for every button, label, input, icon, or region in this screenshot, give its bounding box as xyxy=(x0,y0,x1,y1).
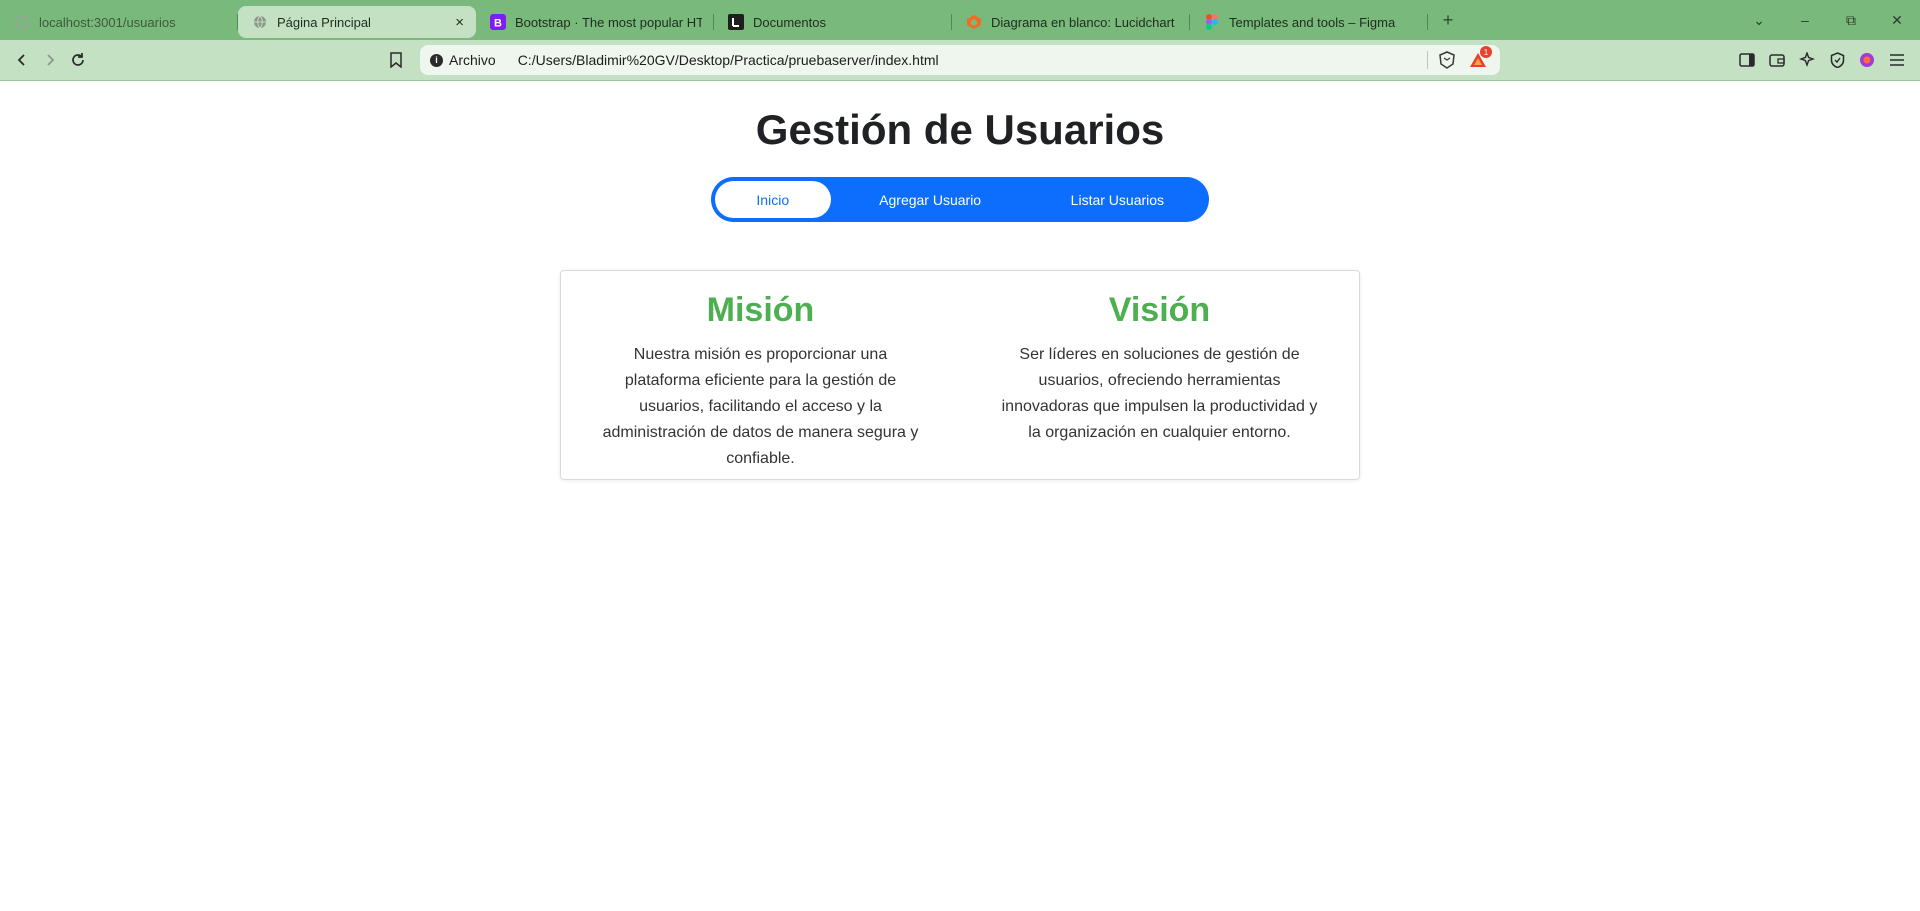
profile-avatar-icon[interactable] xyxy=(1852,46,1882,74)
back-icon[interactable] xyxy=(8,46,36,74)
tab-lucidchart[interactable]: Diagrama en blanco: Lucidchart xyxy=(952,6,1190,38)
bookmark-icon[interactable] xyxy=(382,46,410,74)
url-scheme-label: Archivo xyxy=(449,52,496,68)
tab-pagina-principal[interactable]: Página Principal × xyxy=(238,6,476,38)
minimize-icon[interactable]: – xyxy=(1782,12,1828,28)
svg-text:B: B xyxy=(494,18,502,30)
tab-title: Bootstrap · The most popular HTML xyxy=(515,14,702,30)
main-nav: Inicio Agregar Usuario Listar Usuarios xyxy=(711,177,1209,222)
nav-listar-usuarios-link[interactable]: Listar Usuarios xyxy=(1030,181,1205,218)
tab-localhost-usuarios[interactable]: localhost:3001/usuarios xyxy=(0,6,238,38)
vpn-shield-icon[interactable] xyxy=(1822,46,1852,74)
forward-icon[interactable] xyxy=(36,46,64,74)
tab-title: Diagrama en blanco: Lucidchart xyxy=(991,14,1175,30)
browser-toolbar: i Archivo C:/Users/Bladimir%20GV/Desktop… xyxy=(0,40,1920,81)
globe-icon xyxy=(14,14,30,30)
page-content: Gestión de Usuarios Inicio Agregar Usuar… xyxy=(0,81,1920,911)
reload-icon[interactable] xyxy=(64,46,92,74)
tab-figma[interactable]: Templates and tools – Figma xyxy=(1190,6,1428,38)
close-window-icon[interactable]: ✕ xyxy=(1874,12,1920,29)
lucidchart-icon xyxy=(966,14,982,30)
tab-documentos[interactable]: Documentos xyxy=(714,6,952,38)
site-info-icon[interactable]: i xyxy=(430,53,443,67)
nav-inicio-link[interactable]: Inicio xyxy=(715,181,831,218)
globe-icon xyxy=(252,14,268,30)
close-tab-icon[interactable]: × xyxy=(455,14,464,31)
toolbar-right-icons xyxy=(1732,46,1912,74)
vision-text: Ser líderes en soluciones de gestión de … xyxy=(1001,346,1318,441)
tab-search-chevron-icon[interactable]: ⌄ xyxy=(1736,12,1782,29)
mission-text: Nuestra misión es proporcionar una plata… xyxy=(602,346,919,467)
vision-section: Visión Ser líderes en soluciones de gest… xyxy=(960,271,1359,479)
vision-heading: Visión xyxy=(1108,291,1211,329)
mission-heading: Misión xyxy=(706,291,815,329)
leo-ai-icon[interactable] xyxy=(1792,46,1822,74)
divider xyxy=(1427,51,1428,69)
notion-icon xyxy=(728,14,744,30)
window-controls: ⌄ – ⧉ ✕ xyxy=(1736,0,1920,40)
figma-icon xyxy=(1204,14,1220,30)
rewards-badge: 1 xyxy=(1480,46,1492,58)
tab-bootstrap[interactable]: B Bootstrap · The most popular HTML xyxy=(476,6,714,38)
page-title: Gestión de Usuarios xyxy=(755,106,1165,153)
tab-strip: localhost:3001/usuarios Página Principal… xyxy=(0,0,1920,40)
new-tab-button[interactable]: + xyxy=(1436,10,1460,31)
menu-hamburger-icon[interactable] xyxy=(1882,46,1912,74)
bootstrap-icon: B xyxy=(490,14,506,30)
sidebar-toggle-icon[interactable] xyxy=(1732,46,1762,74)
address-bar[interactable]: i Archivo C:/Users/Bladimir%20GV/Desktop… xyxy=(420,45,1500,75)
mission-section: Misión Nuestra misión es proporcionar un… xyxy=(561,271,960,479)
brave-shields-icon[interactable] xyxy=(1438,51,1456,69)
tab-title: localhost:3001/usuarios xyxy=(39,14,176,30)
tab-title: Templates and tools – Figma xyxy=(1229,14,1396,30)
tab-title: Documentos xyxy=(753,14,826,30)
restore-icon[interactable]: ⧉ xyxy=(1828,12,1874,29)
tab-title: Página Principal xyxy=(277,14,371,30)
tab-separator xyxy=(1427,14,1428,30)
nav-agregar-usuario-link[interactable]: Agregar Usuario xyxy=(831,181,1030,218)
mission-vision-card: Misión Nuestra misión es proporcionar un… xyxy=(560,270,1360,480)
wallet-icon[interactable] xyxy=(1762,46,1792,74)
url-text[interactable]: C:/Users/Bladimir%20GV/Desktop/Practica/… xyxy=(518,52,939,68)
